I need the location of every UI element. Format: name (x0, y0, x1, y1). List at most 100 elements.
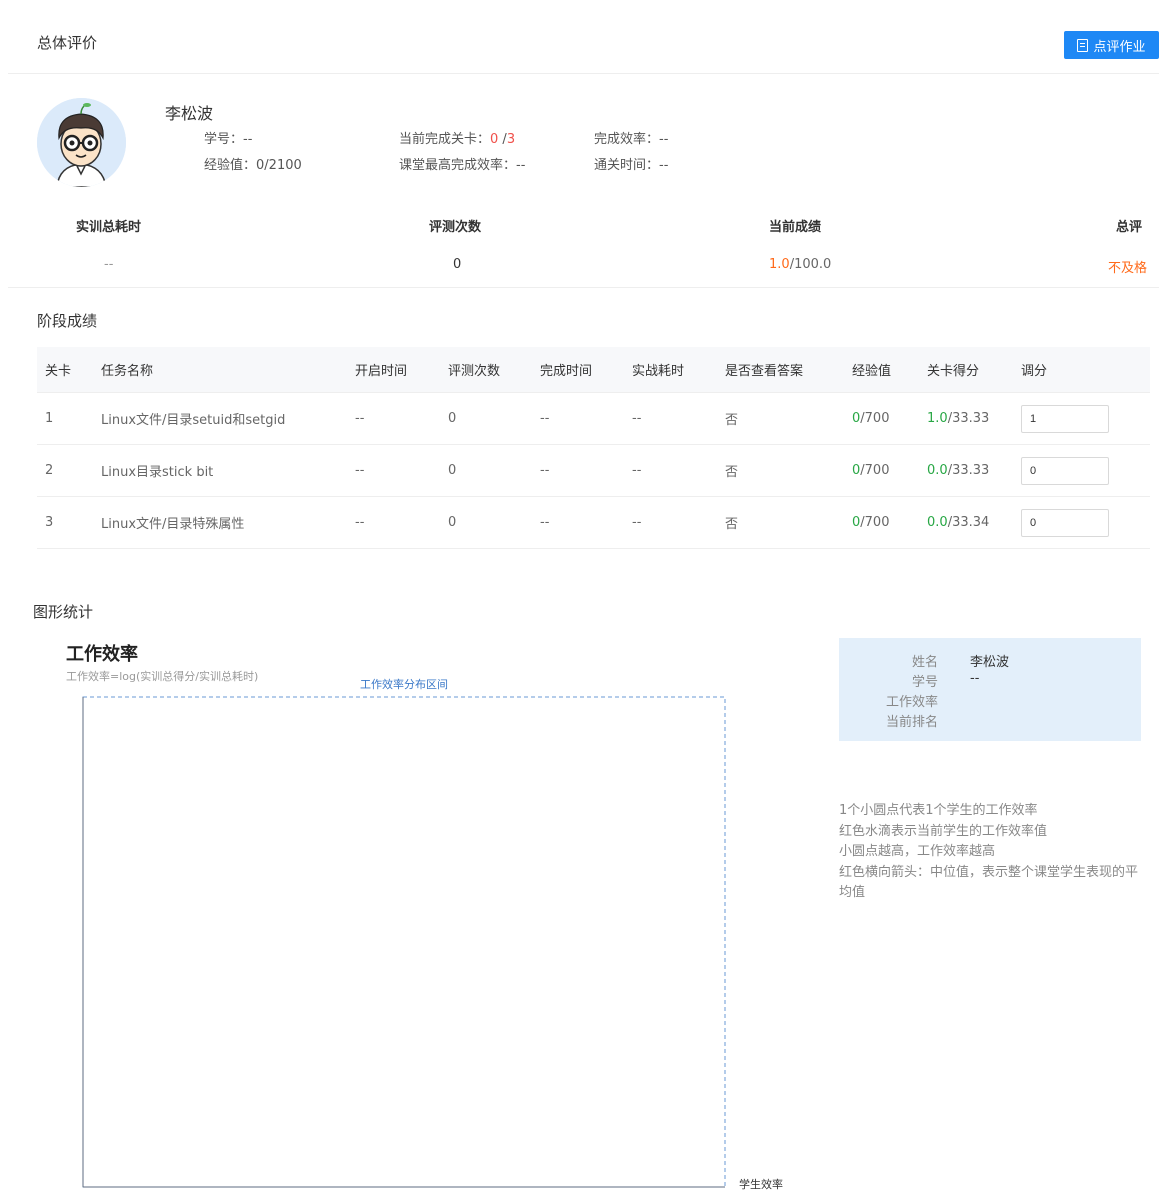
graph-statistics-title: 图形统计 (33, 603, 94, 621)
current-score-total: /100.0 (789, 257, 832, 272)
row-experience: 0/700 (852, 445, 889, 496)
row-exp-got: 0 (852, 411, 861, 426)
stage-scores-title: 阶段成绩 (37, 312, 98, 330)
current-score-got: 1.0 (769, 257, 790, 272)
row-level-no: 1 (45, 411, 54, 426)
table-row: 3 Linux文件/目录特殊属性 -- 0 -- -- 否 0/700 0.0/… (37, 497, 1150, 549)
row-level-score: 1.0/33.33 (927, 393, 989, 444)
row-practice-time: -- (632, 515, 642, 530)
row-adjust-cell (1021, 497, 1109, 548)
row-exp-got: 0 (852, 515, 861, 530)
document-icon (1077, 38, 1089, 52)
col-task-name: 任务名称 (101, 364, 154, 379)
row-practice-time: -- (632, 463, 642, 478)
col-adjust: 调分 (1021, 364, 1048, 379)
chart-legend: 1个小圆点代表1个学生的工作效率 红色水滴表示当前学生的工作效率值 小圆点越高，… (839, 801, 1149, 904)
overall-grade-value: 不及格 (1108, 261, 1148, 276)
efficiency-label: 完成效率： (594, 132, 660, 147)
class-best-info: 课堂最高完成效率：-- (399, 154, 525, 173)
row-task-name: Linux文件/目录特殊属性 (101, 517, 245, 532)
card-name-value: 李松波 (970, 655, 1010, 670)
current-score-value: 1.0/100.0 (769, 257, 831, 272)
overall-evaluation-title: 总体评价 (37, 34, 98, 52)
experience-value: 0/2100 (256, 158, 302, 173)
card-id-label: 学号 (911, 675, 938, 690)
col-open-time: 开启时间 (355, 364, 408, 379)
card-rank-label: 当前排名 (885, 715, 938, 730)
cartoon-avatar-icon (37, 98, 126, 187)
col-level: 关卡 (45, 364, 72, 379)
table-header: 关卡 任务名称 开启时间 评测次数 完成时间 实战耗时 是否查看答案 经验值 关… (37, 347, 1150, 393)
col-done-time: 完成时间 (540, 364, 593, 379)
row-experience: 0/700 (852, 497, 889, 548)
efficiency-chart-title: 工作效率 (66, 644, 138, 665)
experience-label: 经验值： (204, 158, 257, 173)
row-eval-count: 0 (448, 411, 457, 426)
legend-item: 红色水滴表示当前学生的工作效率值 (839, 823, 1048, 839)
overall-grade-label: 总评 (1116, 220, 1143, 235)
stage-scores-table: 关卡 任务名称 开启时间 评测次数 完成时间 实战耗时 是否查看答案 经验值 关… (37, 347, 1150, 549)
col-eval-count: 评测次数 (448, 364, 501, 379)
row-level-no: 3 (45, 515, 54, 530)
row-exp-got: 0 (852, 463, 861, 478)
distribution-area (82, 696, 726, 1188)
table-row: 2 Linux目录stick bit -- 0 -- -- 否 0/700 0.… (37, 445, 1150, 497)
student-info-card: 姓名 李松波 学号 -- 工作效率 当前排名 (839, 638, 1141, 741)
review-homework-button[interactable]: 点评作业 (1064, 31, 1159, 59)
row-eval-count: 0 (448, 515, 457, 530)
legend-item: 红色横向箭头：中位值，表示整个课堂学生表现的平均值 (839, 864, 1139, 901)
col-level-score: 关卡得分 (927, 364, 980, 379)
row-task-name: Linux目录stick bit (101, 465, 214, 480)
student-name: 李松波 (165, 104, 214, 123)
card-name-row: 姓名 李松波 (839, 651, 1141, 671)
row-viewed-answer: 否 (725, 465, 739, 480)
row-level-score: 0.0/33.33 (927, 445, 989, 496)
row-open-time: -- (355, 515, 365, 530)
row-eval-count: 0 (448, 463, 457, 478)
row-score-got: 1.0 (927, 411, 948, 426)
row-score-got: 0.0 (927, 515, 948, 530)
row-score-total: /33.34 (947, 515, 990, 530)
class-best-value: -- (516, 158, 526, 173)
x-axis-label: 学生效率 (739, 1177, 783, 1191)
student-id-value: -- (243, 132, 253, 147)
pass-time-label: 通关时间： (594, 158, 660, 173)
row-done-time: -- (540, 411, 550, 426)
efficiency-value: -- (659, 132, 669, 147)
review-homework-label: 点评作业 (1093, 39, 1146, 55)
row-task-name: Linux文件/目录setuid和setgid (101, 413, 286, 428)
row-open-time: -- (355, 411, 365, 426)
table-row: 1 Linux文件/目录setuid和setgid -- 0 -- -- 否 0… (37, 393, 1150, 445)
row-score-total: /33.33 (947, 463, 990, 478)
levels-done-info: 当前完成关卡：0 /3 (399, 128, 515, 147)
current-score-label: 当前成绩 (769, 220, 822, 235)
row-adjust-cell (1021, 445, 1109, 496)
col-experience: 经验值 (852, 364, 892, 379)
card-id-row: 学号 -- (839, 671, 1141, 691)
row-level-no: 2 (45, 463, 54, 478)
experience-info: 经验值：0/2100 (204, 154, 302, 173)
card-id-value: -- (970, 671, 980, 686)
levels-total-value: 3 (506, 132, 516, 147)
row-practice-time: -- (632, 411, 642, 426)
eval-count-value: 0 (453, 257, 462, 272)
class-best-label: 课堂最高完成效率： (399, 158, 517, 173)
card-efficiency-row: 工作效率 (839, 691, 1141, 711)
col-viewed-answer: 是否查看答案 (725, 364, 804, 379)
row-viewed-answer: 否 (725, 413, 739, 428)
row-experience: 0/700 (852, 393, 889, 444)
adjust-score-input[interactable] (1021, 404, 1109, 433)
eval-count-label: 评测次数 (429, 220, 482, 235)
adjust-score-input[interactable] (1021, 508, 1109, 537)
row-viewed-answer: 否 (725, 517, 739, 532)
legend-item: 1个小圆点代表1个学生的工作效率 (839, 803, 1038, 818)
row-exp-total: /700 (860, 411, 890, 426)
row-adjust-cell (1021, 393, 1109, 444)
student-id-info: 学号：-- (204, 128, 252, 147)
overall-evaluation-header: 总体评价 点评作业 (8, 0, 1159, 74)
pass-time-info: 通关时间：-- (594, 154, 668, 173)
row-level-score: 0.0/33.34 (927, 497, 989, 548)
adjust-score-input[interactable] (1021, 456, 1109, 485)
row-score-total: /33.33 (947, 411, 990, 426)
row-open-time: -- (355, 463, 365, 478)
